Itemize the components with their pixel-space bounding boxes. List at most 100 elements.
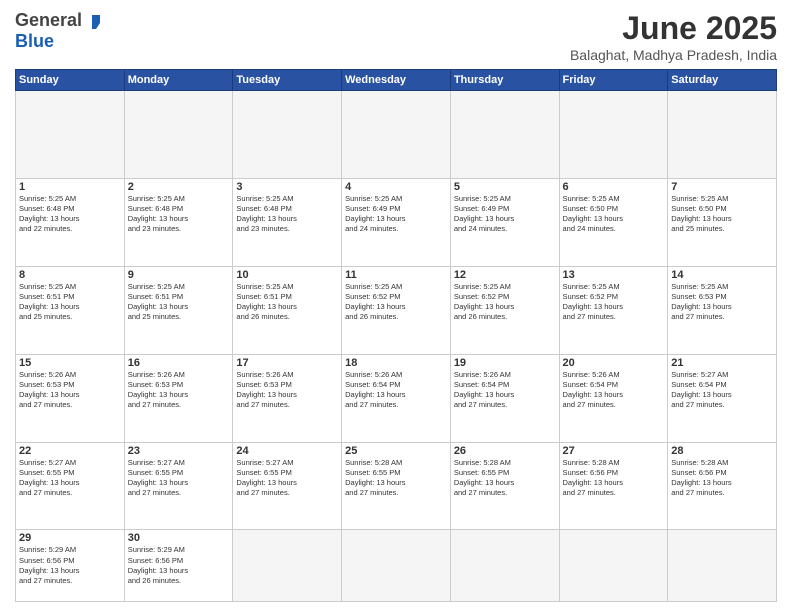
day-cell: 28Sunrise: 5:28 AMSunset: 6:56 PMDayligh… [668,442,777,530]
day-cell [233,91,342,179]
day-number: 14 [671,269,773,281]
month-title: June 2025 [570,10,777,47]
day-info: Sunrise: 5:28 AMSunset: 6:56 PMDaylight:… [671,458,773,499]
day-cell: 30Sunrise: 5:29 AMSunset: 6:56 PMDayligh… [124,530,233,602]
day-cell: 21Sunrise: 5:27 AMSunset: 6:54 PMDayligh… [668,354,777,442]
day-number: 24 [236,445,338,457]
day-cell [342,530,451,602]
day-number: 5 [454,181,556,193]
day-number: 9 [128,269,230,281]
day-info: Sunrise: 5:25 AMSunset: 6:48 PMDaylight:… [236,194,338,235]
page: General Blue June 2025 Balaghat, Madhya … [0,0,792,612]
day-cell: 17Sunrise: 5:26 AMSunset: 6:53 PMDayligh… [233,354,342,442]
day-info: Sunrise: 5:25 AMSunset: 6:50 PMDaylight:… [671,194,773,235]
header: General Blue June 2025 Balaghat, Madhya … [15,10,777,63]
day-cell: 10Sunrise: 5:25 AMSunset: 6:51 PMDayligh… [233,266,342,354]
day-number: 17 [236,357,338,369]
day-info: Sunrise: 5:26 AMSunset: 6:54 PMDaylight:… [563,370,665,411]
day-cell: 2Sunrise: 5:25 AMSunset: 6:48 PMDaylight… [124,178,233,266]
day-cell: 14Sunrise: 5:25 AMSunset: 6:53 PMDayligh… [668,266,777,354]
day-cell: 29Sunrise: 5:29 AMSunset: 6:56 PMDayligh… [16,530,125,602]
day-number: 3 [236,181,338,193]
week-row-2: 8 Sunrise: 5:25 AMSunset: 6:51 PMDaylight… [16,266,777,354]
day-info: Sunrise: 5:26 AMSunset: 6:54 PMDaylight:… [454,370,556,411]
day-number: 10 [236,269,338,281]
week-row-1: 1Sunrise: 5:25 AMSunset: 6:48 PMDaylight… [16,178,777,266]
day-info: Sunrise: 5:26 AMSunset: 6:53 PMDaylight:… [19,370,121,411]
day-cell: 16Sunrise: 5:26 AMSunset: 6:53 PMDayligh… [124,354,233,442]
day-number: 11 [345,269,447,281]
day-info: Sunrise: 5:25 AMSunset: 6:50 PMDaylight:… [563,194,665,235]
logo-blue: Blue [15,31,54,52]
day-number: 13 [563,269,665,281]
day-cell: 24Sunrise: 5:27 AMSunset: 6:55 PMDayligh… [233,442,342,530]
day-cell: 5Sunrise: 5:25 AMSunset: 6:49 PMDaylight… [450,178,559,266]
day-number: 30 [128,532,230,544]
day-number: 25 [345,445,447,457]
day-info: Sunrise: 5:27 AMSunset: 6:54 PMDaylight:… [671,370,773,411]
day-info: Sunrise: 5:28 AMSunset: 6:55 PMDaylight:… [345,458,447,499]
day-info: Sunrise: 5:27 AMSunset: 6:55 PMDaylight:… [236,458,338,499]
col-friday: Friday [559,70,668,91]
day-info: Sunrise: 5:25 AMSunset: 6:48 PMDaylight:… [19,194,121,235]
day-number: 20 [563,357,665,369]
day-cell: 20Sunrise: 5:26 AMSunset: 6:54 PMDayligh… [559,354,668,442]
day-cell: 4Sunrise: 5:25 AMSunset: 6:49 PMDaylight… [342,178,451,266]
week-row-4: 22Sunrise: 5:27 AMSunset: 6:55 PMDayligh… [16,442,777,530]
day-info: Sunrise: 5:25 AMSunset: 6:49 PMDaylight:… [345,194,447,235]
day-cell: 26Sunrise: 5:28 AMSunset: 6:55 PMDayligh… [450,442,559,530]
day-info: Sunrise: 5:28 AMSunset: 6:56 PMDaylight:… [563,458,665,499]
day-info: Sunrise: 5:25 AMSunset: 6:49 PMDaylight:… [454,194,556,235]
day-cell [559,91,668,179]
col-tuesday: Tuesday [233,70,342,91]
day-number: 4 [345,181,447,193]
day-cell: 25Sunrise: 5:28 AMSunset: 6:55 PMDayligh… [342,442,451,530]
day-info: Sunrise: 5:26 AMSunset: 6:53 PMDaylight:… [128,370,230,411]
col-sunday: Sunday [16,70,125,91]
day-number: 1 [19,181,121,193]
logo: General Blue [15,10,100,52]
day-number: 15 [19,357,121,369]
day-info: Sunrise: 5:25 AMSunset: 6:52 PMDaylight:… [345,282,447,323]
day-cell: 12Sunrise: 5:25 AMSunset: 6:52 PMDayligh… [450,266,559,354]
day-number: 22 [19,445,121,457]
day-cell: 22Sunrise: 5:27 AMSunset: 6:55 PMDayligh… [16,442,125,530]
col-saturday: Saturday [668,70,777,91]
location-subtitle: Balaghat, Madhya Pradesh, India [570,47,777,63]
day-cell: 1Sunrise: 5:25 AMSunset: 6:48 PMDaylight… [16,178,125,266]
day-cell [668,530,777,602]
day-cell: 11Sunrise: 5:25 AMSunset: 6:52 PMDayligh… [342,266,451,354]
day-cell: 27Sunrise: 5:28 AMSunset: 6:56 PMDayligh… [559,442,668,530]
day-cell: 3Sunrise: 5:25 AMSunset: 6:48 PMDaylight… [233,178,342,266]
day-number: 6 [563,181,665,193]
day-info: Sunrise: 5:25 AMSunset: 6:51 PMDaylight:… [128,282,230,323]
day-number: 21 [671,357,773,369]
day-number: 12 [454,269,556,281]
day-cell [668,91,777,179]
day-number: 2 [128,181,230,193]
day-number: 26 [454,445,556,457]
day-info: Sunrise: 5:26 AMSunset: 6:53 PMDaylight:… [236,370,338,411]
title-section: June 2025 Balaghat, Madhya Pradesh, Indi… [570,10,777,63]
logo-general: General [15,10,82,31]
day-info: Sunrise: 5:27 AMSunset: 6:55 PMDaylight:… [19,458,121,499]
day-info: Sunrise: 5:25 AMSunset: 6:52 PMDaylight:… [563,282,665,323]
day-info: Sunrise: 5:25 AMSunset: 6:53 PMDaylight:… [671,282,773,323]
day-info: Sunrise: 5:25 AMSunset: 6:48 PMDaylight:… [128,194,230,235]
day-cell: 8Sunrise: 5:25 AMSunset: 6:51 PMDaylight… [16,266,125,354]
day-info: Sunrise: 5:29 AMSunset: 6:56 PMDaylight:… [128,545,230,586]
day-number: 19 [454,357,556,369]
col-thursday: Thursday [450,70,559,91]
day-cell: 9Sunrise: 5:25 AMSunset: 6:51 PMDaylight… [124,266,233,354]
day-number: 8 [19,269,121,281]
day-number: 28 [671,445,773,457]
col-wednesday: Wednesday [342,70,451,91]
day-info: Sunrise: 5:26 AMSunset: 6:54 PMDaylight:… [345,370,447,411]
day-number: 7 [671,181,773,193]
day-number: 27 [563,445,665,457]
day-cell: 23Sunrise: 5:27 AMSunset: 6:55 PMDayligh… [124,442,233,530]
day-number: 16 [128,357,230,369]
day-cell: 19Sunrise: 5:26 AMSunset: 6:54 PMDayligh… [450,354,559,442]
day-info: Sunrise: 5:27 AMSunset: 6:55 PMDaylight:… [128,458,230,499]
day-info: Sunrise: 5:28 AMSunset: 6:55 PMDaylight:… [454,458,556,499]
